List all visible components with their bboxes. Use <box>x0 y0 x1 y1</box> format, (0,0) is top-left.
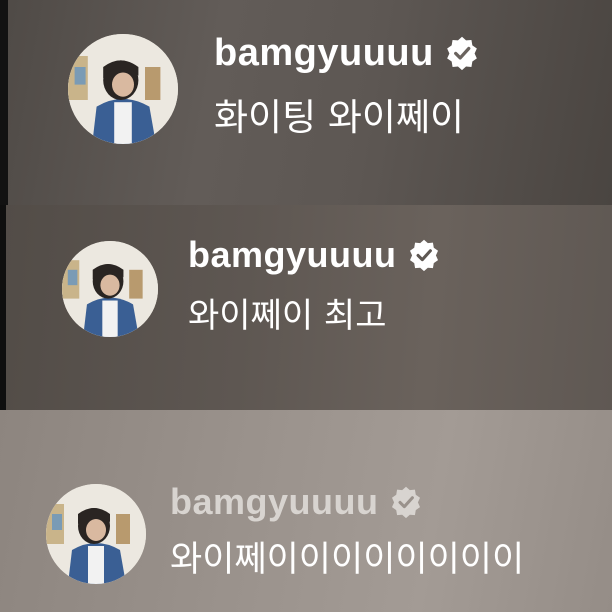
verified-badge-icon <box>407 238 441 272</box>
avatar[interactable] <box>68 34 178 144</box>
comment-item: bamgyuuuu 와이쩨이 최고 <box>62 234 441 337</box>
avatar-photo <box>46 484 146 584</box>
avatar[interactable] <box>62 241 158 337</box>
comment-text: 와이쩨이 최고 <box>188 295 387 336</box>
username[interactable]: bamgyuuuu <box>188 234 397 276</box>
verified-badge-icon <box>389 485 423 519</box>
comment-panel-2: bamgyuuuu 와이쩨이 최고 <box>0 205 612 410</box>
avatar-photo <box>68 34 178 144</box>
comment-panel-1: bamgyuuuu 화이팅 와이쩨이 <box>0 0 612 205</box>
panel-edge <box>0 205 6 410</box>
comment-item: bamgyuuuu 화이팅 와이쩨이 <box>68 32 480 144</box>
comment-text: 화이팅 와이쩨이 <box>214 95 465 139</box>
verified-badge-icon <box>444 35 480 71</box>
avatar-photo <box>62 241 158 337</box>
username[interactable]: bamgyuuuu <box>214 32 434 75</box>
username[interactable]: bamgyuuuu <box>170 481 379 523</box>
comment-panel-3: bamgyuuuu 와이쩨이이이이이이이이 <box>0 410 612 612</box>
comment-item: bamgyuuuu 와이쩨이이이이이이이이 <box>46 481 525 584</box>
panel-edge <box>0 0 8 205</box>
avatar[interactable] <box>46 484 146 584</box>
comment-text: 와이쩨이이이이이이이이 <box>170 539 525 580</box>
